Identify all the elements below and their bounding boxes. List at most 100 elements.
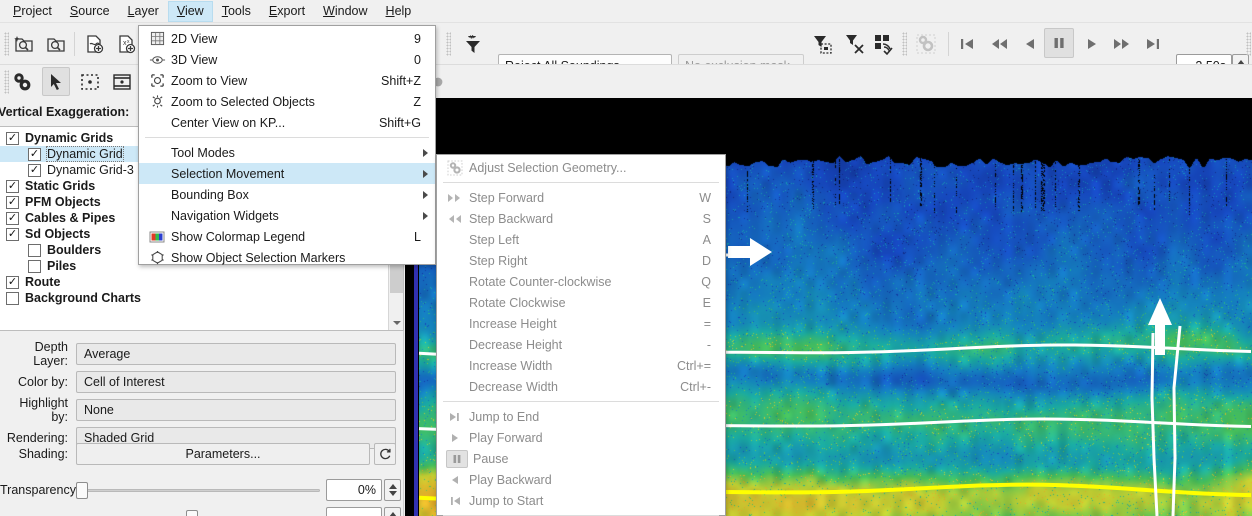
field-row: Color by:Cell of Interest [0,371,396,393]
offset-slider[interactable] [76,507,320,516]
filter-to-area-icon[interactable] [808,30,836,58]
menu-separator [443,401,719,402]
play-forward-fast-button[interactable] [1108,30,1136,58]
settings-gears-icon[interactable] [8,68,36,96]
menu-window[interactable]: Window [314,1,376,22]
checkbox[interactable] [28,260,41,273]
checkbox[interactable]: ✓ [28,164,41,177]
tree-item-label: Dynamic Grids [25,131,113,145]
play-backward-button[interactable] [1016,30,1044,58]
play-backward-fast-button[interactable] [985,30,1013,58]
play-forward-button[interactable] [1078,30,1106,58]
view-menu-popup[interactable]: 2D View93D View0Zoom to ViewShift+ZZoom … [138,25,436,265]
menu-item-label: Tool Modes [171,146,235,160]
menu-item-play-forward[interactable]: Play Forward [437,427,725,448]
tree-item[interactable]: Background Charts [0,290,403,306]
jump-to-start-button[interactable] [953,30,981,58]
checkbox[interactable]: ✓ [6,276,19,289]
checkbox[interactable]: ✓ [6,180,19,193]
add-points-icon[interactable]: x x [112,30,140,58]
pause-button[interactable] [1044,28,1074,58]
menu-item-pause[interactable]: Pause [437,448,725,469]
menu-source[interactable]: Source [61,1,119,22]
scroll-down-arrow[interactable] [389,315,404,330]
menu-item-bounding-box[interactable]: Bounding Box [139,184,435,205]
jump-to-end-button[interactable] [1139,30,1167,58]
menu-tools[interactable]: Tools [213,1,260,22]
zoom-to-selection-icon [147,94,167,110]
toolbar-grip[interactable] [4,32,9,56]
menu-item-jump-to-end[interactable]: Jump to End [437,406,725,427]
menu-item-tool-modes[interactable]: Tool Modes [139,142,435,163]
menu-item-step-backward[interactable]: Step BackwardS [437,208,725,229]
tree-item[interactable]: ✓Route [0,274,403,290]
slider-knob[interactable] [186,510,198,516]
reject-soundings-filter-icon[interactable] [458,30,486,58]
checkbox[interactable]: ✓ [6,212,19,225]
rectangle-select-icon[interactable] [76,68,104,96]
selection-movement-submenu[interactable]: Adjust Selection Geometry... Step Forward… [436,154,726,516]
menu-item-increase-width[interactable]: Increase WidthCtrl+= [437,355,725,376]
menu-item-rotate-clockwise[interactable]: Rotate ClockwiseE [437,292,725,313]
menu-project[interactable]: Project [4,1,61,22]
sounding-qc-icon[interactable] [870,30,898,58]
checkbox[interactable]: ✓ [28,148,41,161]
slider-knob[interactable] [76,482,88,499]
transparency-stepper[interactable] [384,479,401,501]
field-combo[interactable]: Cell of Interest [76,371,396,393]
transparency-slider[interactable] [76,479,320,501]
menu-item-rotate-counter-clockwise[interactable]: Rotate Counter-clockwiseQ [437,271,725,292]
menu-item-label: Step Left [469,233,519,247]
menu-item-label: Selection Movement [171,167,284,181]
box-select-icon[interactable] [108,68,136,96]
checkbox[interactable]: ✓ [6,132,19,145]
checkbox[interactable]: ✓ [6,228,19,241]
refresh-icon[interactable] [374,443,396,465]
menu-item-center-view-on-kp[interactable]: Center View on KP...Shift+G [139,112,435,133]
add-surface-icon[interactable] [80,30,108,58]
menu-item-decrease-width[interactable]: Decrease WidthCtrl+- [437,376,725,397]
menu-item-show-object-selection-markers[interactable]: Show Object Selection Markers [139,247,435,268]
transparency-value-field[interactable]: 0% [326,479,382,501]
field-combo[interactable]: None [76,399,396,421]
submenu-arrow-icon [423,191,428,199]
menu-item-navigation-widgets[interactable]: Navigation Widgets [139,205,435,226]
checkbox[interactable] [6,292,19,305]
menu-item-show-colormap-legend[interactable]: Show Colormap LegendL [139,226,435,247]
toolbar-grip-2[interactable] [446,32,451,56]
menu-item-selection-movement[interactable]: Selection Movement [139,163,435,184]
step-forward-icon [445,190,465,206]
playback-settings-icon[interactable] [912,30,940,58]
menu-item-play-backward[interactable]: Play Backward [437,469,725,490]
menu-view[interactable]: View [168,1,213,22]
menu-layer[interactable]: Layer [119,1,168,22]
menu-item-adjust-selection-geometry[interactable]: Adjust Selection Geometry... [437,157,725,178]
menu-item-label: Pause [473,452,508,466]
pointer-select-icon[interactable] [42,67,70,96]
toolbar-grip-4[interactable] [1246,32,1251,56]
field-value: None [84,403,114,417]
menu-item-decrease-height[interactable]: Decrease Height- [437,334,725,355]
field-combo[interactable]: Average [76,343,396,365]
menu-item-zoom-to-view[interactable]: Zoom to ViewShift+Z [139,70,435,91]
menu-help[interactable]: Help [377,1,421,22]
menu-item-step-forward[interactable]: Step ForwardW [437,187,725,208]
menu-item-2d-view[interactable]: 2D View9 [139,28,435,49]
menu-item-zoom-to-selected-objects[interactable]: Zoom to Selected ObjectsZ [139,91,435,112]
search-area-icon[interactable] [42,30,70,58]
offset-stepper[interactable] [384,507,401,516]
menu-export[interactable]: Export [260,1,314,22]
toolbar-grip-3[interactable] [902,32,907,56]
menu-item-increase-height[interactable]: Increase Height= [437,313,725,334]
offset-value-field[interactable] [326,507,382,516]
shading-parameters-button[interactable]: Parameters... [76,443,370,465]
menu-item-step-left[interactable]: Step LeftA [437,229,725,250]
menu-item-step-right[interactable]: Step RightD [437,250,725,271]
checkbox[interactable]: ✓ [6,196,19,209]
tree-item-label: Boulders [47,243,101,257]
checkbox[interactable] [28,244,41,257]
menu-item-jump-to-start[interactable]: Jump to Start [437,490,725,511]
menu-item-3d-view[interactable]: 3D View0 [139,49,435,70]
filter-collapse-icon[interactable] [840,30,868,58]
new-search-area-icon[interactable] [10,30,38,58]
